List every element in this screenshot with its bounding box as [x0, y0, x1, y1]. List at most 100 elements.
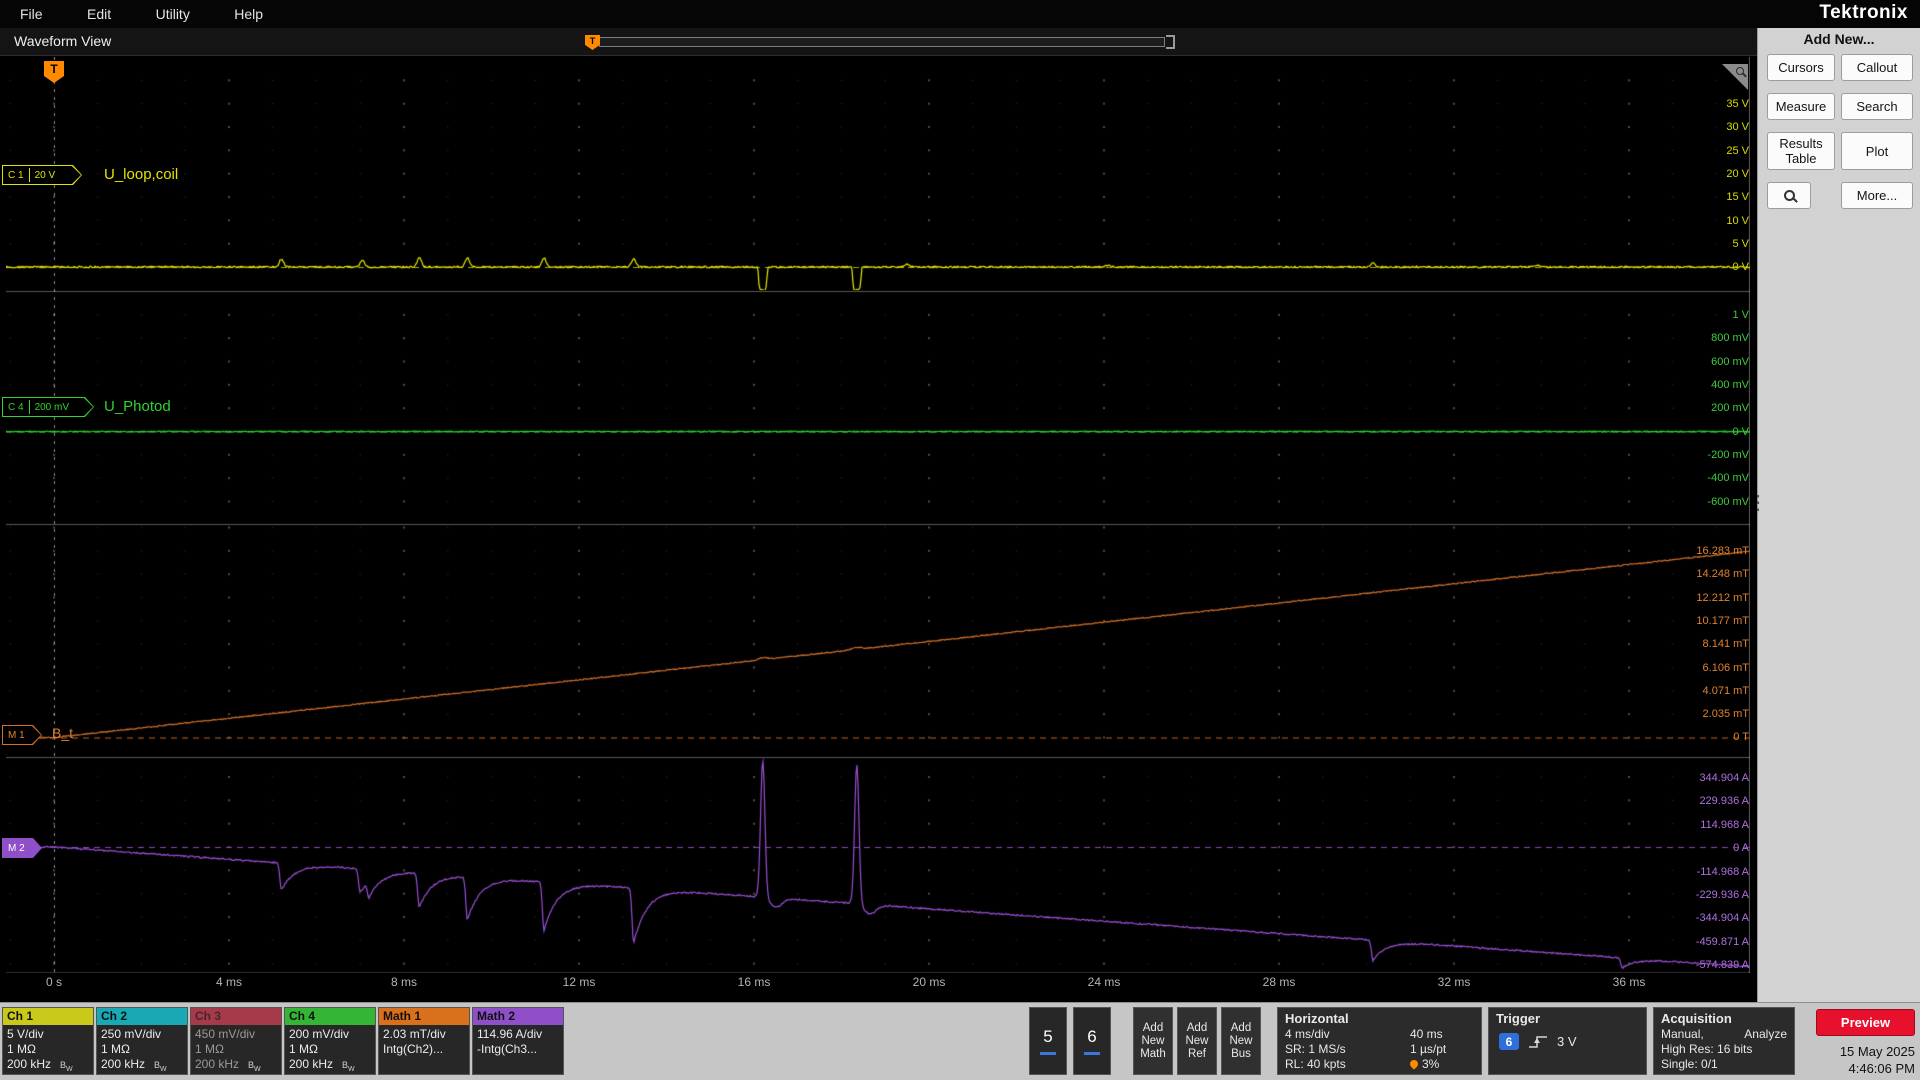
- menu-file[interactable]: File: [0, 0, 63, 28]
- menu-edit[interactable]: Edit: [67, 0, 131, 28]
- axis-label: 12.212 mT: [1696, 591, 1749, 604]
- badge-settings: 2.03 mT/div Intg(Ch2)...: [383, 1027, 446, 1056]
- badge-settings: 200 mV/div 1 MΩ 200 kHz BW: [289, 1027, 355, 1073]
- axis-label: 25 V: [1726, 144, 1749, 157]
- settings-bar: Ch 1 5 V/div 1 MΩ 200 kHz BW Ch 2 250 mV/div 1 …: [0, 1002, 1920, 1080]
- plot-button[interactable]: Plot: [1841, 132, 1913, 170]
- channel-badge-ch-4[interactable]: Ch 4 200 mV/div 1 MΩ 200 kHz BW: [284, 1007, 376, 1075]
- bandwidth-limit-icon: BW: [342, 1060, 355, 1073]
- channel-tile-5[interactable]: 5: [1029, 1007, 1067, 1075]
- axis-label: 200 mV: [1711, 402, 1749, 415]
- rising-edge-icon: [1529, 1035, 1547, 1048]
- time-axis-label: 4 ms: [215, 975, 243, 989]
- axis-label: -600 mV: [1707, 495, 1749, 508]
- axis-label: -574.839 A: [1695, 959, 1749, 972]
- preview-button[interactable]: Preview: [1816, 1009, 1915, 1036]
- channel-badge-ch-3[interactable]: Ch 3 450 mV/div 1 MΩ 200 kHz BW: [190, 1007, 282, 1075]
- badge-title: Ch 4: [285, 1008, 375, 1025]
- axis-label: -344.904 A: [1695, 912, 1749, 925]
- time-axis-label: 36 ms: [1612, 975, 1646, 989]
- axis-label: 14.248 mT: [1696, 568, 1749, 581]
- magnifier-icon: [1783, 190, 1795, 201]
- slider-track[interactable]: [599, 37, 1165, 47]
- sample-interval: 1 µs/pt: [1410, 1042, 1447, 1056]
- badge-settings: 450 mV/div 1 MΩ 200 kHz BW: [195, 1027, 261, 1073]
- sample-rate: SR: 1 MS/s: [1285, 1042, 1346, 1056]
- tile-accent: [1040, 1052, 1056, 1055]
- tektronix-logo: Tektronix: [1819, 2, 1908, 23]
- tile-number: 5: [1043, 1027, 1053, 1046]
- cursors-button[interactable]: Cursors: [1767, 54, 1835, 81]
- math1-waveform-label[interactable]: B_t: [52, 725, 73, 741]
- time-axis-label: 28 ms: [1262, 975, 1296, 989]
- menu-utility[interactable]: Utility: [136, 0, 210, 28]
- acquisition-panel[interactable]: Acquisition Manual, Analyze High Res: 16 …: [1653, 1007, 1795, 1075]
- zoom-tool-button[interactable]: [1767, 182, 1811, 209]
- trigger-panel[interactable]: Trigger 6 3 V: [1488, 1007, 1647, 1075]
- horizontal-scale: 4 ms/div: [1285, 1027, 1330, 1041]
- panel-resize-handle[interactable]: ⋮: [1748, 493, 1768, 513]
- channel-badge-math-2[interactable]: Math 2 114.96 A/div -Intg(Ch3...: [472, 1007, 564, 1075]
- acquisition-title: Acquisition: [1661, 1011, 1732, 1026]
- results-table-button[interactable]: Results Table: [1767, 132, 1835, 170]
- ch1-waveform-label[interactable]: U_loop,coil: [104, 166, 178, 183]
- axis-label: 10.177 mT: [1696, 614, 1749, 627]
- math2-flag-id: M 2: [8, 842, 25, 854]
- horizontal-title: Horizontal: [1285, 1011, 1349, 1026]
- callout-button[interactable]: Callout: [1841, 54, 1913, 81]
- axis-label: 400 mV: [1711, 378, 1749, 391]
- channel-badge-ch-2[interactable]: Ch 2 250 mV/div 1 MΩ 200 kHz BW: [96, 1007, 188, 1075]
- axis-label: 10 V: [1726, 214, 1749, 227]
- axis-label: 800 mV: [1711, 332, 1749, 345]
- axis-label: 15 V: [1726, 191, 1749, 204]
- add-new-math-button[interactable]: Add New Math: [1133, 1007, 1173, 1075]
- slider-end-bracket: [1166, 35, 1175, 49]
- waveform-view-title: Waveform View: [14, 33, 112, 49]
- ch4-flag-scale: 200 mV: [34, 401, 70, 413]
- axis-label: -229.936 A: [1695, 888, 1749, 901]
- app-root: File Edit Utility Help Tektronix Wavefor…: [0, 0, 1920, 1080]
- add-new-bus-button[interactable]: Add New Bus: [1221, 1007, 1261, 1075]
- menu-help[interactable]: Help: [214, 0, 283, 28]
- axis-label: 114.968 A: [1700, 818, 1749, 831]
- acquisition-single: Single: 0/1: [1661, 1057, 1718, 1071]
- axis-label: 2.035 mT: [1702, 708, 1749, 721]
- channel-badge-math-1[interactable]: Math 1 2.03 mT/div Intg(Ch2)...: [378, 1007, 470, 1075]
- channel-tile-6[interactable]: 6: [1073, 1007, 1111, 1075]
- axis-label: -200 mV: [1707, 448, 1749, 461]
- bandwidth-limit-icon: BW: [154, 1060, 167, 1073]
- time-axis-label: 20 ms: [912, 975, 946, 989]
- axis-label: 0 A: [1733, 842, 1749, 855]
- menu-bar: File Edit Utility Help Tektronix: [0, 0, 1920, 28]
- time-axis-label: 32 ms: [1437, 975, 1471, 989]
- horizontal-position-pct: 3%: [1422, 1057, 1440, 1071]
- ch4-scale-flag[interactable]: C 4 200 mV: [2, 397, 94, 417]
- tile-accent: [1084, 1052, 1100, 1055]
- measure-button[interactable]: Measure: [1767, 93, 1835, 120]
- axis-label: -114.968 A: [1696, 865, 1749, 878]
- waveform-display[interactable]: T C 1 20 V U_loop,coil C 4 200 mV U_Phot…: [0, 56, 1757, 1002]
- ch1-scale-flag[interactable]: C 1 20 V: [2, 165, 82, 185]
- search-button[interactable]: Search: [1841, 93, 1913, 120]
- time-axis-label: 12 ms: [562, 975, 596, 989]
- ch4-flag-id: C 4: [8, 401, 24, 413]
- channel-badge-ch-1[interactable]: Ch 1 5 V/div 1 MΩ 200 kHz BW: [2, 1007, 94, 1075]
- add-new-header: Add New...: [1803, 31, 1875, 47]
- axis-label: 20 V: [1726, 167, 1749, 180]
- horizontal-panel[interactable]: Horizontal 4 ms/div 40 ms SR: 1 MS/s 1 µs/…: [1277, 1007, 1482, 1075]
- trigger-title: Trigger: [1496, 1011, 1541, 1026]
- add-new-ref-button[interactable]: Add New Ref: [1177, 1007, 1217, 1075]
- time-axis-label: 24 ms: [1087, 975, 1121, 989]
- ch4-waveform-label[interactable]: U_Photod: [104, 398, 171, 415]
- more-button[interactable]: More...: [1841, 182, 1913, 209]
- axis-label: 4.071 mT: [1702, 684, 1749, 697]
- time-label: 4:46:06 PM: [1848, 1061, 1916, 1076]
- channel-badges: Ch 1 5 V/div 1 MΩ 200 kHz BW Ch 2 250 mV/div 1 …: [2, 1007, 564, 1075]
- acquisition-mode: Manual,: [1661, 1027, 1704, 1041]
- slider-trigger-marker[interactable]: T: [585, 35, 600, 50]
- position-pin-icon: [1408, 1058, 1420, 1070]
- waveform-canvas[interactable]: [6, 57, 1750, 973]
- badge-settings: 114.96 A/div -Intg(Ch3...: [477, 1027, 543, 1056]
- bandwidth-limit-icon: BW: [60, 1060, 73, 1073]
- horizontal-position-slider[interactable]: T: [585, 35, 1175, 50]
